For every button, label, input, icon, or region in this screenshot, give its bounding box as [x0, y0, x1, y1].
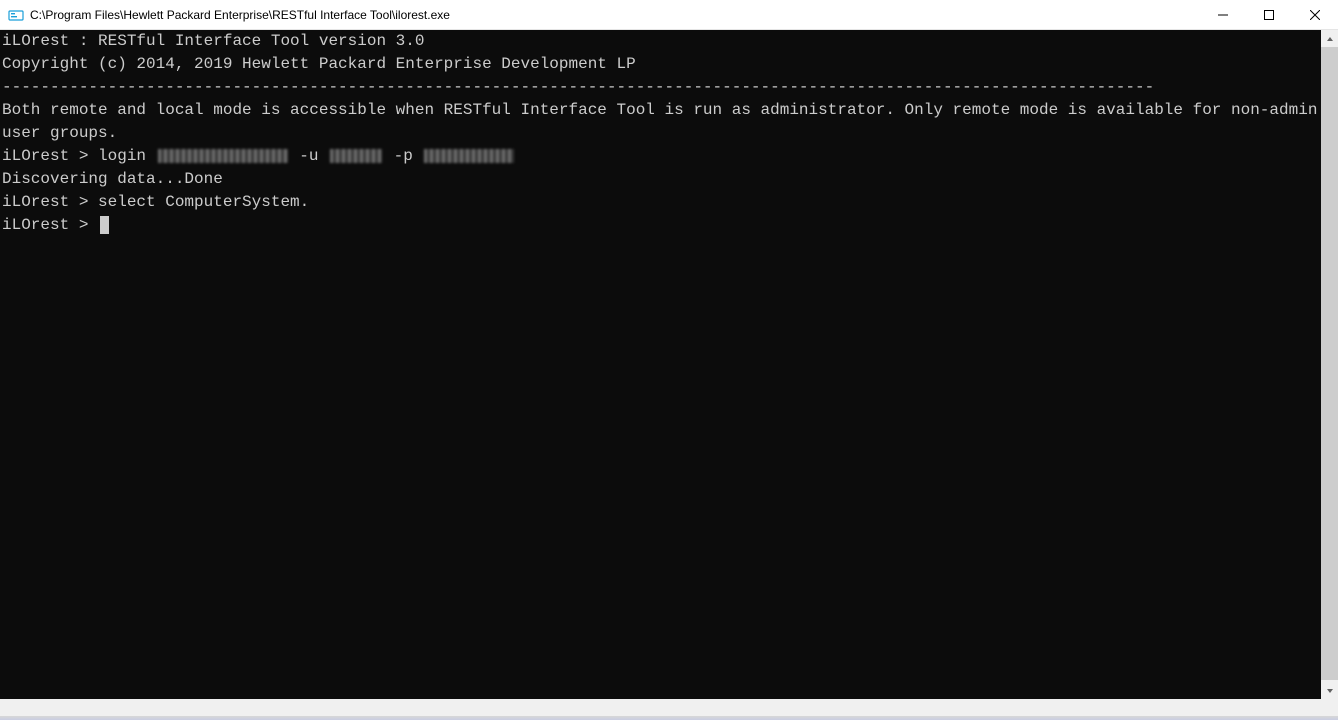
- app-icon: [8, 7, 24, 23]
- window-controls: [1200, 0, 1338, 29]
- login-u-flag: -u: [290, 147, 328, 165]
- scroll-up-button[interactable]: [1321, 30, 1338, 47]
- redacted-password: [424, 149, 514, 163]
- login-command-prefix: iLOrest > login: [2, 147, 156, 165]
- scrollbar-corner: [1321, 699, 1338, 716]
- terminal-prompt: iLOrest >: [2, 216, 98, 234]
- scrollbar-thumb[interactable]: [1321, 47, 1338, 680]
- terminal-line: iLOrest : RESTful Interface Tool version…: [2, 30, 1321, 53]
- taskbar-edge: [0, 716, 1338, 720]
- maximize-button[interactable]: [1246, 0, 1292, 29]
- terminal-output[interactable]: iLOrest : RESTful Interface Tool version…: [0, 30, 1321, 716]
- content-area: iLOrest : RESTful Interface Tool version…: [0, 30, 1338, 716]
- window-title: C:\Program Files\Hewlett Packard Enterpr…: [30, 8, 1200, 22]
- vertical-scrollbar[interactable]: [1321, 30, 1338, 716]
- redacted-user: [330, 149, 382, 163]
- minimize-button[interactable]: [1200, 0, 1246, 29]
- cursor-icon: [100, 216, 109, 234]
- horizontal-scrollbar[interactable]: [0, 699, 1321, 716]
- close-button[interactable]: [1292, 0, 1338, 29]
- login-p-flag: -p: [384, 147, 422, 165]
- terminal-prompt-line: iLOrest >: [2, 214, 1321, 237]
- terminal-line: iLOrest > login -u -p: [2, 145, 1321, 168]
- scroll-down-button[interactable]: [1321, 682, 1338, 699]
- redacted-host: [158, 149, 288, 163]
- terminal-line: iLOrest > select ComputerSystem.: [2, 191, 1321, 214]
- terminal-line: Copyright (c) 2014, 2019 Hewlett Packard…: [2, 53, 1321, 76]
- terminal-line: ----------------------------------------…: [2, 76, 1321, 99]
- horizontal-scrollbar-thumb[interactable]: [0, 699, 1321, 716]
- terminal-line: Discovering data...Done: [2, 168, 1321, 191]
- window-titlebar: C:\Program Files\Hewlett Packard Enterpr…: [0, 0, 1338, 30]
- terminal-line: Both remote and local mode is accessible…: [2, 99, 1321, 145]
